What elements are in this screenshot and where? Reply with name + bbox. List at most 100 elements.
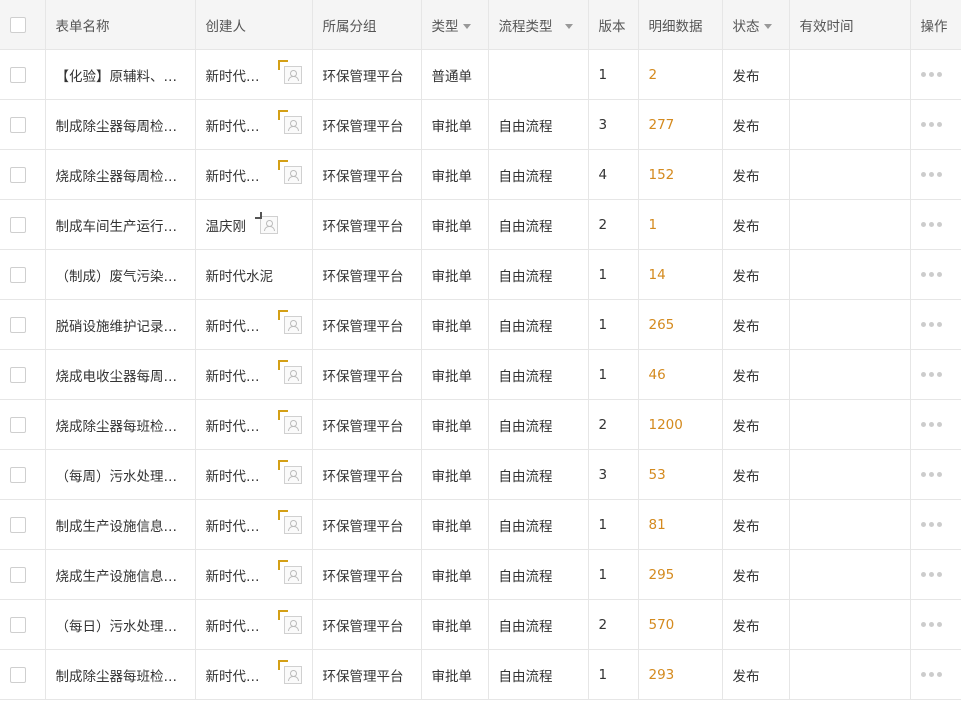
- table-row[interactable]: 制成生产设施信息… 新时代… 环保管理平台 审批单 自由流程 1 81 发布: [0, 499, 961, 550]
- row-checkbox[interactable]: [10, 116, 26, 133]
- form-name-cell[interactable]: 烧成电收尘器每周…: [45, 349, 196, 400]
- detail-count-link[interactable]: 1: [649, 217, 658, 233]
- person-avatar-icon[interactable]: [255, 211, 278, 234]
- form-name-cell[interactable]: 烧成生产设施信息…: [45, 549, 196, 600]
- row-checkbox[interactable]: [10, 266, 26, 283]
- form-name-cell[interactable]: 制成除尘器每周检…: [45, 99, 196, 150]
- table-row[interactable]: 制成除尘器每周检… 新时代… 环保管理平台 审批单 自由流程 3 277 发布: [0, 99, 961, 150]
- detail-cell[interactable]: 2: [638, 49, 723, 100]
- form-name-cell[interactable]: （每日）污水处理…: [45, 599, 196, 650]
- select-all-checkbox[interactable]: [10, 16, 26, 33]
- person-avatar-icon[interactable]: [277, 359, 302, 384]
- detail-count-link[interactable]: 295: [649, 567, 675, 583]
- detail-cell[interactable]: 265: [638, 299, 723, 350]
- person-avatar-icon[interactable]: [277, 309, 302, 334]
- form-name-cell[interactable]: 烧成除尘器每班检…: [45, 399, 196, 450]
- row-checkbox[interactable]: [10, 216, 26, 233]
- row-select-cell[interactable]: [0, 599, 46, 650]
- header-version[interactable]: 版本: [588, 0, 639, 50]
- detail-cell[interactable]: 53: [638, 449, 723, 500]
- detail-count-link[interactable]: 46: [649, 367, 666, 383]
- row-checkbox[interactable]: [10, 366, 26, 383]
- operation-cell[interactable]: [910, 299, 961, 350]
- operation-cell[interactable]: [910, 149, 961, 200]
- person-avatar-icon[interactable]: [277, 559, 302, 584]
- more-dots-icon[interactable]: [920, 172, 942, 177]
- more-dots-icon[interactable]: [920, 672, 942, 677]
- operation-cell[interactable]: [910, 599, 961, 650]
- more-dots-icon[interactable]: [920, 522, 942, 527]
- detail-count-link[interactable]: 152: [649, 167, 675, 183]
- row-select-cell[interactable]: [0, 499, 46, 550]
- more-dots-icon[interactable]: [920, 422, 942, 427]
- table-row[interactable]: 烧成除尘器每班检… 新时代… 环保管理平台 审批单 自由流程 2 1200 发布: [0, 399, 961, 450]
- detail-count-link[interactable]: 14: [649, 267, 666, 283]
- select-all-cell[interactable]: [0, 0, 46, 50]
- operation-cell[interactable]: [910, 549, 961, 600]
- operation-cell[interactable]: [910, 199, 961, 250]
- table-row[interactable]: 烧成生产设施信息… 新时代… 环保管理平台 审批单 自由流程 1 295 发布: [0, 549, 961, 600]
- row-select-cell[interactable]: [0, 449, 46, 500]
- row-select-cell[interactable]: [0, 249, 46, 300]
- row-select-cell[interactable]: [0, 349, 46, 400]
- person-avatar-icon[interactable]: [277, 409, 302, 434]
- header-status[interactable]: 状态: [722, 0, 790, 50]
- row-checkbox[interactable]: [10, 566, 26, 583]
- row-checkbox[interactable]: [10, 66, 26, 83]
- form-name-cell[interactable]: 烧成除尘器每周检…: [45, 149, 196, 200]
- detail-count-link[interactable]: 2: [649, 67, 658, 83]
- detail-cell[interactable]: 1200: [638, 399, 723, 450]
- detail-cell[interactable]: 570: [638, 599, 723, 650]
- row-checkbox[interactable]: [10, 666, 26, 683]
- person-avatar-icon[interactable]: [277, 609, 302, 634]
- header-type[interactable]: 类型: [421, 0, 489, 50]
- operation-cell[interactable]: [910, 499, 961, 550]
- table-row[interactable]: 烧成除尘器每周检… 新时代… 环保管理平台 审批单 自由流程 4 152 发布: [0, 149, 961, 200]
- operation-cell[interactable]: [910, 349, 961, 400]
- table-row[interactable]: 制成车间生产运行… 温庆刚 环保管理平台 审批单 自由流程 2 1 发布: [0, 199, 961, 250]
- form-name-cell[interactable]: 脱硝设施维护记录…: [45, 299, 196, 350]
- header-group[interactable]: 所属分组: [312, 0, 422, 50]
- detail-cell[interactable]: 293: [638, 649, 723, 700]
- form-name-cell[interactable]: 制成除尘器每班检…: [45, 649, 196, 700]
- row-select-cell[interactable]: [0, 99, 46, 150]
- operation-cell[interactable]: [910, 649, 961, 700]
- person-avatar-icon[interactable]: [277, 659, 302, 684]
- more-dots-icon[interactable]: [920, 222, 942, 227]
- person-avatar-icon[interactable]: [277, 159, 302, 184]
- operation-cell[interactable]: [910, 249, 961, 300]
- more-dots-icon[interactable]: [920, 622, 942, 627]
- row-checkbox[interactable]: [10, 166, 26, 183]
- row-checkbox[interactable]: [10, 616, 26, 633]
- person-avatar-icon[interactable]: [277, 109, 302, 134]
- person-avatar-icon[interactable]: [277, 509, 302, 534]
- row-select-cell[interactable]: [0, 549, 46, 600]
- table-row[interactable]: 【化验】原辅料、… 新时代… 环保管理平台 普通单 1 2 发布: [0, 49, 961, 100]
- row-checkbox[interactable]: [10, 466, 26, 483]
- detail-cell[interactable]: 46: [638, 349, 723, 400]
- more-dots-icon[interactable]: [920, 572, 942, 577]
- form-name-cell[interactable]: 制成车间生产运行…: [45, 199, 196, 250]
- table-row[interactable]: 脱硝设施维护记录… 新时代… 环保管理平台 审批单 自由流程 1 265 发布: [0, 299, 961, 350]
- person-avatar-icon[interactable]: [277, 59, 302, 84]
- operation-cell[interactable]: [910, 449, 961, 500]
- row-checkbox[interactable]: [10, 516, 26, 533]
- table-row[interactable]: 制成除尘器每班检… 新时代… 环保管理平台 审批单 自由流程 1 293 发布: [0, 649, 961, 700]
- detail-cell[interactable]: 295: [638, 549, 723, 600]
- operation-cell[interactable]: [910, 99, 961, 150]
- detail-count-link[interactable]: 1200: [649, 417, 683, 433]
- detail-count-link[interactable]: 265: [649, 317, 675, 333]
- detail-cell[interactable]: 277: [638, 99, 723, 150]
- detail-cell[interactable]: 81: [638, 499, 723, 550]
- form-name-cell[interactable]: 【化验】原辅料、…: [45, 49, 196, 100]
- detail-count-link[interactable]: 293: [649, 667, 675, 683]
- detail-count-link[interactable]: 81: [649, 517, 666, 533]
- operation-cell[interactable]: [910, 399, 961, 450]
- more-dots-icon[interactable]: [920, 372, 942, 377]
- row-checkbox[interactable]: [10, 316, 26, 333]
- detail-count-link[interactable]: 277: [649, 117, 675, 133]
- header-valid-time[interactable]: 有效时间: [789, 0, 911, 50]
- row-select-cell[interactable]: [0, 299, 46, 350]
- row-select-cell[interactable]: [0, 649, 46, 700]
- detail-count-link[interactable]: 570: [649, 617, 675, 633]
